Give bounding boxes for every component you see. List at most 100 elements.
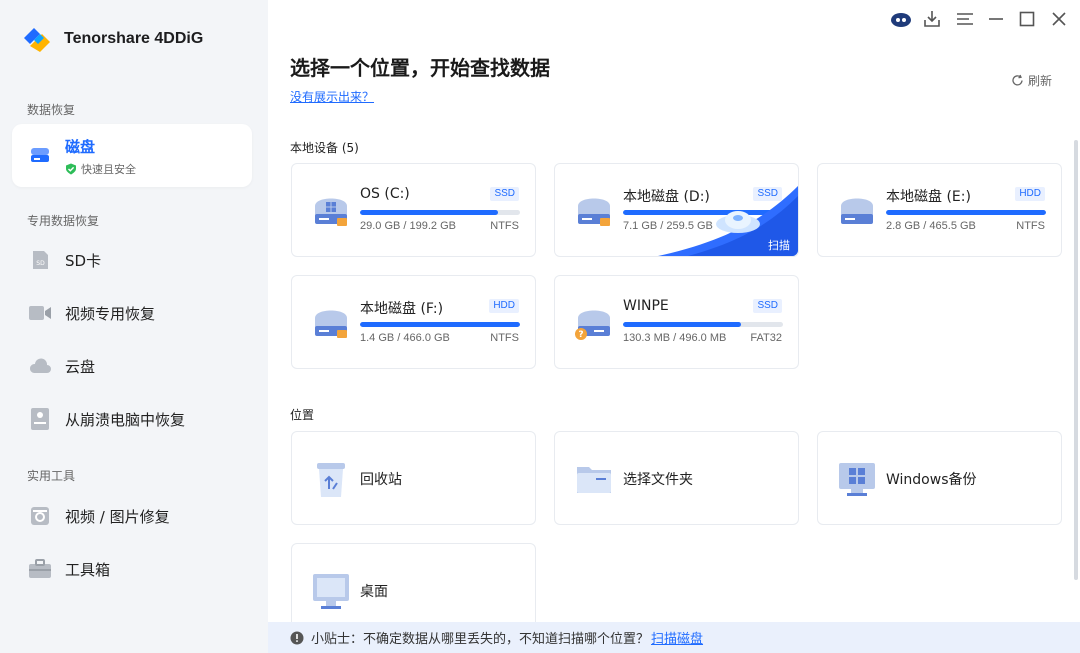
location-name: Windows备份 — [886, 472, 977, 488]
recycle-bin-icon — [311, 459, 351, 503]
windows-backup-icon — [837, 459, 877, 503]
sidebar-item-disk[interactable]: 磁盘 快速且安全 — [12, 124, 252, 187]
drive-size: 1.4 GB / 466.0 GB — [360, 332, 450, 344]
sidebar-item-toolbox[interactable]: 工具箱 — [28, 557, 110, 581]
sidebar-item-label: 视频 / 图片修复 — [65, 507, 170, 526]
page-title: 选择一个位置，开始查找数据 — [290, 56, 550, 80]
sidebar-item-sub: 快速且安全 — [65, 161, 136, 177]
drive-warning-icon: ? — [574, 302, 614, 344]
drive-icon — [311, 302, 351, 344]
refresh-icon — [1012, 74, 1023, 86]
cloud-icon — [28, 354, 52, 378]
local-devices-title: 本地设备 (5) — [290, 141, 359, 155]
section-special-recovery: 专用数据恢复 — [27, 214, 100, 228]
logo-icon — [24, 28, 50, 52]
drive-card-c[interactable]: OS (C:) SSD 29.0 GB / 199.2 GB NTFS — [291, 163, 536, 257]
drive-size: 2.8 GB / 465.5 GB — [886, 220, 976, 232]
close-icon[interactable] — [1048, 8, 1070, 30]
drive-icon — [574, 190, 614, 232]
toolbox-icon — [28, 557, 52, 581]
scan-overlay[interactable]: 扫描 — [658, 186, 798, 256]
drive-usage-bar — [360, 322, 520, 327]
drive-card-e[interactable]: 本地磁盘 (E:) HDD 2.8 GB / 465.5 GB NTFS — [817, 163, 1062, 257]
sidebar-item-label: 云盘 — [65, 357, 96, 376]
drive-filesystem: NTFS — [490, 220, 519, 232]
drive-filesystem: FAT32 — [750, 332, 782, 344]
crashed-pc-icon — [28, 407, 52, 431]
section-utilities: 实用工具 — [27, 469, 76, 483]
sidebar-item-label: 视频专用恢复 — [65, 304, 156, 323]
location-name: 桌面 — [360, 584, 388, 600]
drive-usage-fill — [623, 322, 742, 327]
svg-text:SD: SD — [36, 260, 45, 267]
drive-type-badge: SSD — [753, 299, 782, 313]
drive-card-f[interactable]: 本地磁盘 (F:) HDD 1.4 GB / 466.0 GB NTFS — [291, 275, 536, 369]
location-select-folder[interactable]: 选择文件夹 — [554, 431, 799, 525]
drive-usage-bar — [623, 322, 783, 327]
assistant-icon[interactable] — [890, 8, 912, 30]
svg-text:?: ? — [578, 330, 583, 340]
sidebar: Tenorshare 4DDiG 数据恢复 磁盘 快速且安全 专用数据恢复 SD… — [0, 0, 268, 653]
scrollbar[interactable] — [1074, 140, 1078, 580]
scan-label: 扫描 — [768, 239, 790, 252]
location-recycle-bin[interactable]: 回收站 — [291, 431, 536, 525]
sidebar-item-label: SD卡 — [65, 251, 102, 270]
drive-name: WINPE — [623, 298, 669, 314]
location-windows-backup[interactable]: Windows备份 — [817, 431, 1062, 525]
drive-name: 本地磁盘 (F:) — [360, 301, 444, 317]
shield-check-icon — [66, 163, 76, 175]
sidebar-item-label: 磁盘 — [65, 138, 96, 156]
drive-type-badge: HDD — [1015, 187, 1045, 201]
drive-card-winpe[interactable]: ? WINPE SSD 130.3 MB / 496.0 MB FAT32 — [554, 275, 799, 369]
repair-icon — [28, 504, 52, 528]
video-icon — [28, 301, 52, 325]
drive-usage-bar — [886, 210, 1046, 215]
drive-card-d[interactable]: 本地磁盘 (D:) SSD 7.1 GB / 259.5 GB 扫描 — [554, 163, 799, 257]
drive-name: OS (C:) — [360, 186, 410, 202]
drive-usage-fill — [886, 210, 1046, 215]
scan-disk-link[interactable]: 扫描磁盘 — [651, 628, 703, 647]
location-desktop[interactable]: 桌面 — [291, 543, 536, 628]
menu-icon[interactable] — [954, 8, 976, 30]
tip-text: 小贴士：不确定数据从哪里丢失的，不知道扫描哪个位置？ — [311, 632, 650, 647]
sidebar-item-repair[interactable]: 视频 / 图片修复 — [28, 504, 170, 528]
folder-icon — [574, 459, 614, 503]
locations-title: 位置 — [290, 408, 315, 422]
section-data-recovery: 数据恢复 — [27, 103, 76, 117]
drive-usage-fill — [360, 210, 498, 215]
main-panel: 选择一个位置，开始查找数据 没有展示出来？ 刷新 本地设备 (5) OS (C:… — [268, 0, 1080, 653]
tip-bar: 小贴士：不确定数据从哪里丢失的，不知道扫描哪个位置？ 扫描磁盘 — [268, 622, 1080, 653]
refresh-button[interactable]: 刷新 — [1011, 72, 1052, 89]
minimize-icon[interactable] — [985, 8, 1007, 30]
sidebar-item-video[interactable]: 视频专用恢复 — [28, 301, 155, 325]
drive-usage-fill — [360, 322, 520, 327]
sidebar-item-label: 工具箱 — [65, 560, 111, 579]
drive-type-badge: SSD — [490, 187, 519, 201]
drive-icon — [837, 190, 877, 232]
sidebar-item-cloud[interactable]: 云盘 — [28, 354, 95, 378]
drive-name: 本地磁盘 (E:) — [886, 189, 971, 205]
refresh-label: 刷新 — [1028, 74, 1053, 88]
drive-size: 130.3 MB / 496.0 MB — [623, 332, 727, 344]
app-logo: Tenorshare 4DDiG — [20, 24, 203, 54]
drive-usage-bar — [360, 210, 520, 215]
info-icon — [290, 631, 304, 644]
download-icon[interactable] — [921, 8, 943, 30]
sd-card-icon: SD — [28, 248, 52, 272]
drive-windows-icon — [311, 190, 351, 232]
drive-type-badge: HDD — [489, 299, 519, 313]
desktop-icon — [311, 571, 351, 615]
disk-icon — [29, 144, 51, 170]
app-title: Tenorshare 4DDiG — [64, 30, 204, 47]
location-name: 回收站 — [360, 472, 402, 488]
help-link[interactable]: 没有展示出来？ — [290, 88, 374, 105]
location-name: 选择文件夹 — [623, 472, 693, 488]
sidebar-item-sub-label: 快速且安全 — [81, 163, 136, 176]
sidebar-item-label: 从崩溃电脑中恢复 — [65, 410, 186, 429]
sidebar-item-sd-card[interactable]: SD SD卡 — [28, 248, 101, 272]
drive-filesystem: NTFS — [1016, 220, 1045, 232]
sidebar-item-crashed-pc[interactable]: 从崩溃电脑中恢复 — [28, 407, 185, 431]
drive-size: 29.0 GB / 199.2 GB — [360, 220, 457, 232]
drive-filesystem: NTFS — [490, 332, 519, 344]
maximize-icon[interactable] — [1016, 8, 1038, 30]
